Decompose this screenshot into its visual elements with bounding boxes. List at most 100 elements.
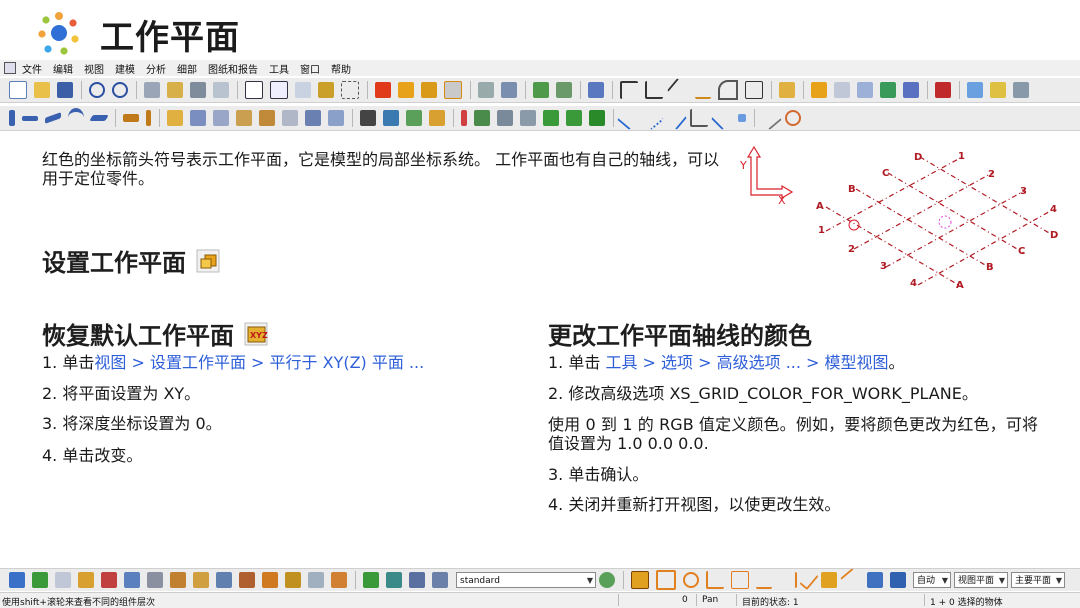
measure-radius-icon[interactable]: [718, 80, 738, 100]
assembly-green-icon[interactable]: [543, 110, 559, 126]
green-cube-icon[interactable]: [533, 82, 549, 98]
restore-step-1-link[interactable]: 视图 > 设置工作平面 > 平行于 XY(Z) 平面 ...: [94, 353, 424, 372]
select-weld-icon[interactable]: [147, 572, 163, 588]
combine-icon[interactable]: [213, 110, 229, 126]
component-green-icon[interactable]: [566, 110, 582, 126]
select-parts-icon[interactable]: [32, 572, 48, 588]
selection-filter-select[interactable]: standard ▼: [456, 572, 596, 588]
measure-arc-icon[interactable]: [695, 81, 711, 99]
rebar-icon[interactable]: [461, 110, 467, 126]
menu-edit[interactable]: 编辑: [53, 61, 73, 76]
cut-icon[interactable]: [318, 82, 334, 98]
measure-icon[interactable]: [620, 81, 638, 99]
menu-window[interactable]: 窗口: [300, 61, 320, 76]
snap-intersection-icon[interactable]: [710, 106, 736, 130]
select-assembly-icon[interactable]: [363, 572, 379, 588]
move-icon[interactable]: [501, 82, 517, 98]
split-icon[interactable]: [190, 110, 206, 126]
pointer-part-icon[interactable]: [474, 110, 490, 126]
component-icon[interactable]: [903, 82, 919, 98]
open-folder-icon[interactable]: [167, 82, 183, 98]
snap-geometry-icon[interactable]: [656, 570, 676, 590]
select-grid-line-icon[interactable]: [124, 572, 140, 588]
chamfer-icon[interactable]: [236, 110, 252, 126]
snap-circle-icon[interactable]: [785, 110, 801, 126]
catalog-icon[interactable]: [880, 82, 896, 98]
cube-icon[interactable]: [556, 82, 572, 98]
beam-icon[interactable]: [22, 115, 38, 121]
select-line-icon[interactable]: [193, 572, 209, 588]
weld-icon[interactable]: [146, 110, 151, 126]
copy-model-icon[interactable]: [144, 82, 160, 98]
part-cut-icon[interactable]: [305, 110, 321, 126]
polygon-cut-icon[interactable]: [282, 110, 298, 126]
filter-icon[interactable]: [834, 82, 850, 98]
new-icon[interactable]: [9, 81, 27, 99]
merge-green-icon[interactable]: [589, 110, 605, 126]
snap-hourglass-icon[interactable]: [821, 572, 837, 588]
snap-midpoint-icon[interactable]: [738, 114, 746, 122]
menu-analysis[interactable]: 分析: [146, 61, 166, 76]
plane-icon[interactable]: [421, 82, 437, 98]
snap-edge-icon[interactable]: [756, 571, 772, 589]
color-step-1-link[interactable]: 工具 > 选项 > 高级选项 ... > 模型视图: [605, 353, 888, 372]
measure-horizontal-icon[interactable]: [645, 81, 663, 99]
arrow-right-icon[interactable]: [478, 82, 494, 98]
clash-icon[interactable]: [497, 110, 513, 126]
select-object-in-component-icon[interactable]: [432, 572, 448, 588]
snap-check-icon[interactable]: [799, 569, 819, 591]
bolt-icon[interactable]: [123, 114, 139, 122]
snap-free-icon[interactable]: [758, 106, 782, 130]
select-welds-icon[interactable]: [331, 572, 347, 588]
menu-modeling[interactable]: 建模: [115, 61, 135, 76]
snap-cross-icon[interactable]: [731, 571, 749, 589]
view-icon[interactable]: [270, 81, 288, 99]
grid-icon[interactable]: [857, 82, 873, 98]
select-component-tree-icon[interactable]: [409, 572, 425, 588]
menu-view[interactable]: 视图: [84, 61, 104, 76]
snap-nearest-icon[interactable]: [779, 572, 797, 588]
save-icon[interactable]: [57, 82, 73, 98]
select-views-icon[interactable]: [216, 572, 232, 588]
list-icon[interactable]: [295, 82, 311, 98]
menu-file[interactable]: 文件: [22, 61, 42, 76]
snap-reference-icon[interactable]: [631, 571, 649, 589]
plane-type-select[interactable]: 视图平面 ▼: [954, 572, 1008, 588]
surface-view-icon[interactable]: [406, 110, 422, 126]
snap-parallel-icon[interactable]: [662, 106, 688, 130]
snap-perpendicular-icon[interactable]: [690, 109, 708, 127]
snap-plane-icon[interactable]: [890, 572, 906, 588]
flag-icon[interactable]: [935, 82, 951, 98]
plane-face-icon[interactable]: [444, 81, 462, 99]
plane-main-select[interactable]: 主要平面 ▼: [1011, 572, 1065, 588]
numbering-icon[interactable]: [520, 110, 536, 126]
open-icon[interactable]: [34, 82, 50, 98]
window-icon[interactable]: [245, 81, 263, 99]
snap-depth-select[interactable]: 自动 ▼: [913, 572, 951, 588]
set-work-plane-icon[interactable]: [398, 82, 414, 98]
undo-icon[interactable]: [89, 82, 105, 98]
app-window-icon[interactable]: [4, 62, 16, 74]
assembly-icon[interactable]: [328, 110, 344, 126]
menu-drawings-reports[interactable]: 图纸和报告: [208, 61, 258, 76]
polybeam-icon[interactable]: [45, 112, 61, 124]
print-icon[interactable]: [190, 82, 206, 98]
select-bolts-icon[interactable]: [239, 572, 255, 588]
help-query-icon[interactable]: [588, 82, 604, 98]
select-grid-icon[interactable]: [101, 572, 117, 588]
redo-icon[interactable]: [112, 82, 128, 98]
snap-override-icon[interactable]: [867, 572, 883, 588]
settings-icon[interactable]: [1013, 82, 1029, 98]
snap-points-icon[interactable]: [640, 106, 664, 130]
select-plane-icon[interactable]: [308, 572, 324, 588]
snap-arrow-icon[interactable]: [840, 569, 864, 591]
snap-center-icon[interactable]: [683, 572, 699, 588]
work-plane-xyz-icon[interactable]: [375, 82, 391, 98]
select-box-icon[interactable]: [341, 81, 359, 99]
plate-icon[interactable]: [89, 115, 109, 121]
select-object-in-assembly-icon[interactable]: [386, 572, 402, 588]
snap-line-icon[interactable]: [617, 106, 641, 130]
measure-angle-icon[interactable]: [666, 78, 692, 102]
menu-tools[interactable]: 工具: [269, 61, 289, 76]
macro-icon[interactable]: [990, 82, 1006, 98]
